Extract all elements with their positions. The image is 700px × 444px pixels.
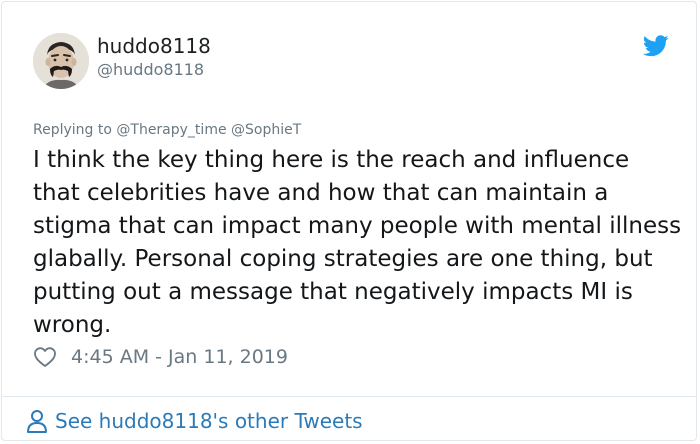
see-other-tweets-link[interactable]: See huddo8118's other Tweets	[25, 406, 363, 436]
author-handle[interactable]: @huddo8118	[97, 60, 204, 79]
replying-prefix: Replying to	[33, 122, 112, 138]
twitter-bird-icon[interactable]	[643, 35, 669, 57]
heart-icon[interactable]	[33, 345, 57, 369]
tweet-meta: 4:45 AM - Jan 11, 2019	[33, 344, 288, 370]
avatar[interactable]	[33, 33, 89, 89]
tweet-timestamp[interactable]: 4:45 AM - Jan 11, 2019	[71, 346, 288, 368]
replying-to: Replying to @Therapy_time @SophieT	[33, 122, 301, 138]
person-icon	[27, 410, 47, 433]
tweet-text: I think the key thing here is the reach …	[33, 147, 682, 338]
mention-link[interactable]: @Therapy_time	[116, 122, 226, 138]
divider	[2, 396, 696, 397]
author-display-name[interactable]: huddo8118	[97, 34, 211, 58]
avatar-image	[33, 33, 89, 89]
see-other-tweets-label[interactable]: See huddo8118's other Tweets	[55, 409, 363, 433]
mention-link[interactable]: @SophieT	[231, 122, 301, 138]
tweet-card: huddo8118 @huddo8118 Replying to @Therap…	[1, 1, 697, 441]
